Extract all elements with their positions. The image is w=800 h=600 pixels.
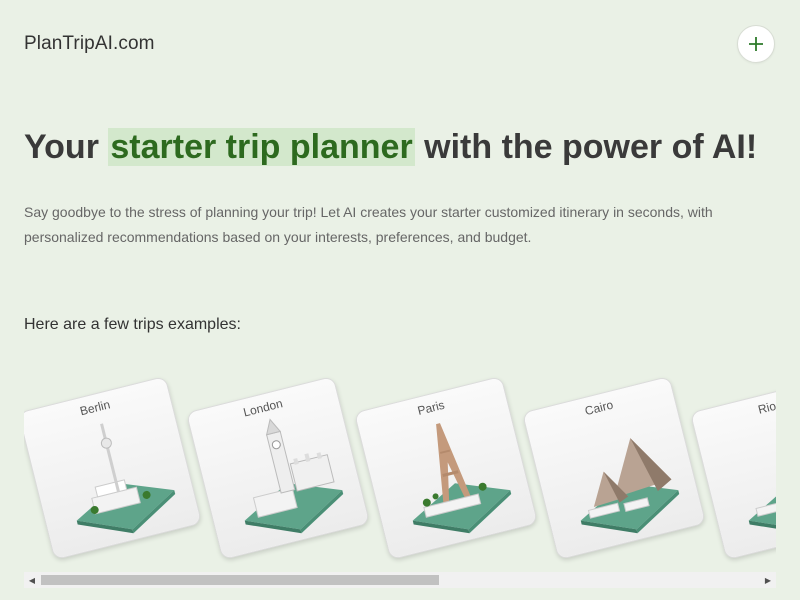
scroll-left-arrow-icon[interactable]: ◀ [24, 572, 40, 588]
tv-tower-icon [76, 423, 176, 534]
title-start: Your [24, 128, 109, 166]
trip-card-berlin[interactable]: Berlin [24, 375, 203, 561]
page-title: Your starter trip planner with the power… [24, 128, 757, 167]
trip-card-cairo[interactable]: Cairo [521, 375, 707, 561]
scrollbar-thumb[interactable] [41, 575, 439, 585]
pyramids-icon [580, 438, 680, 534]
plus-icon [749, 37, 763, 51]
intro-description: Say goodbye to the stress of planning yo… [24, 204, 713, 245]
carousel-scrollbar[interactable]: ◀ ▶ [24, 572, 776, 588]
big-ben-icon [244, 418, 344, 534]
eiffel-tower-icon [412, 423, 512, 534]
title-highlight: starter trip planner [108, 128, 415, 166]
add-trip-button[interactable] [737, 25, 775, 63]
trip-examples-carousel[interactable]: Berlin London Paris Cairo Rio [24, 372, 776, 572]
trip-card-london[interactable]: London [185, 375, 371, 561]
title-end: with the power of AI! [414, 128, 758, 166]
site-logo[interactable]: PlanTripAI.com [24, 33, 155, 55]
trip-card-rio[interactable]: Rio [689, 375, 776, 561]
scroll-right-arrow-icon[interactable]: ▶ [760, 572, 776, 588]
rio-icon [748, 483, 776, 534]
examples-label: Here are a few trips examples: [24, 316, 241, 333]
trip-card-paris[interactable]: Paris [353, 375, 539, 561]
